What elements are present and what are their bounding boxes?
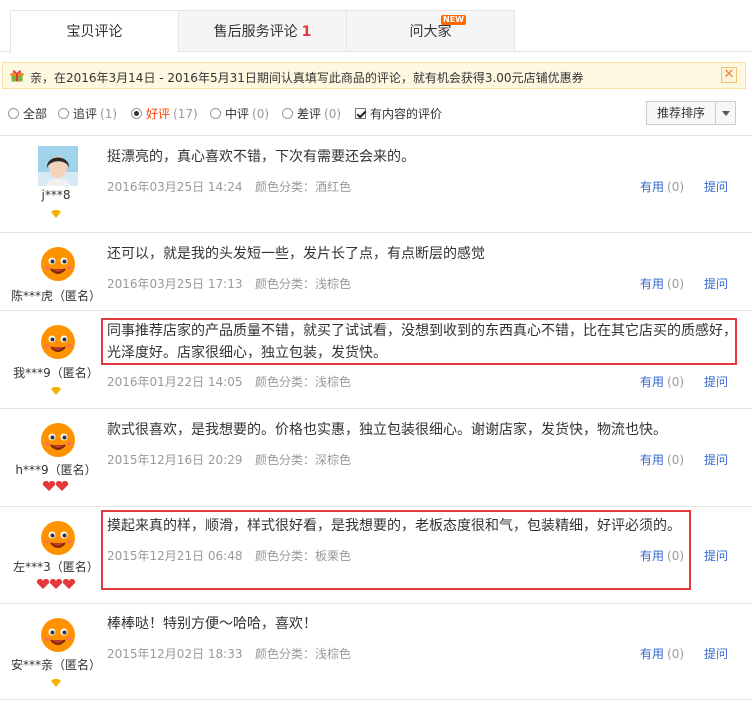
review-text: 还可以，就是我的头发短一些，发片长了点，有点断层的感觉 — [107, 246, 485, 262]
review-item: h***9（匿名） 款式很喜欢，是我想要的。价格也实惠，独立包装很细心。谢谢店家… — [0, 409, 752, 507]
username: 安***亲（匿名） — [10, 658, 101, 672]
checkbox-checked-icon — [355, 108, 366, 119]
ask-link[interactable]: 提问 — [704, 275, 728, 292]
radio-selected-icon — [131, 108, 142, 119]
default-avatar-icon — [38, 419, 78, 459]
useful-link[interactable]: 有用 (0) — [640, 373, 684, 390]
sku-info: 颜色分类：深棕色 — [255, 453, 352, 467]
ask-link[interactable]: 提问 — [704, 645, 728, 662]
buyer-rank-diamond-icon — [0, 207, 112, 222]
radio-icon — [8, 108, 19, 119]
filter-negative[interactable]: 差评 (0) — [282, 105, 341, 122]
sku-info: 颜色分类：浅棕色 — [255, 375, 352, 389]
filter-has-content[interactable]: 有内容的评价 — [355, 105, 442, 122]
default-avatar-icon — [38, 243, 78, 283]
useful-link[interactable]: 有用 (0) — [640, 451, 684, 468]
review-date: 2016年03月25日 17:13 — [107, 277, 243, 291]
sort-label: 推荐排序 — [657, 106, 706, 120]
radio-icon — [282, 108, 293, 119]
review-tabs: 宝贝评论 售后服务评论 1 问大家 NEW — [0, 0, 752, 53]
tab-ask-everyone[interactable]: 问大家 NEW — [346, 10, 515, 52]
review-filters: 全部 追评 (1) 好评 (17) 中评 (0) 差评 (0) 有内容的评价 — [0, 98, 752, 128]
tab-count-badge: 1 — [301, 24, 312, 40]
ask-link[interactable]: 提问 — [704, 451, 728, 468]
chevron-down-icon — [722, 111, 730, 116]
tab-after-sales-reviews[interactable]: 售后服务评论 1 — [178, 10, 347, 52]
avatar — [38, 146, 78, 186]
review-item: 安***亲（匿名） 棒棒哒！特别方便～哈哈，喜欢！ 2015年12月02日 18… — [0, 604, 752, 700]
gift-icon — [10, 70, 24, 82]
useful-link[interactable]: 有用 (0) — [640, 275, 684, 292]
review-date: 2016年03月25日 14:24 — [107, 180, 243, 194]
radio-icon — [210, 108, 221, 119]
coupon-banner-text: 亲，在2016年3月14日 - 2016年5月31日期间认真填写此商品的评论，就… — [30, 71, 584, 85]
filter-positive[interactable]: 好评 (17) — [131, 105, 198, 122]
username: j***8 — [41, 188, 71, 202]
buyer-rank-diamond-icon — [0, 676, 112, 691]
username: h***9（匿名） — [15, 463, 97, 477]
sku-info: 颜色分类：酒红色 — [255, 180, 352, 194]
useful-link[interactable]: 有用 (0) — [640, 645, 684, 662]
review-text: 挺漂亮的，真心喜欢不错，下次有需要还会来的。 — [107, 149, 415, 165]
highlight-box — [101, 318, 737, 365]
radio-icon — [58, 108, 69, 119]
tab-label: 售后服务评论 — [213, 24, 298, 40]
tab-label: 问大家 — [409, 24, 452, 40]
tab-label: 宝贝评论 — [66, 24, 123, 40]
default-avatar-icon — [38, 614, 78, 654]
buyer-rank-heart-icon — [0, 578, 112, 593]
new-badge-icon: NEW — [441, 15, 466, 25]
review-text: 款式很喜欢，是我想要的。价格也实惠，独立包装很细心。谢谢店家，发货快，物流也快。 — [107, 422, 667, 438]
filter-neutral[interactable]: 中评 (0) — [210, 105, 269, 122]
username: 我***9（匿名） — [13, 366, 99, 380]
buyer-rank-heart-icon — [0, 480, 112, 495]
ask-link[interactable]: 提问 — [704, 547, 728, 564]
review-date: 2015年12月16日 20:29 — [107, 453, 243, 467]
buyer-rank-diamond-icon — [0, 384, 112, 399]
sort-dropdown[interactable]: 推荐排序 — [646, 101, 736, 125]
default-avatar-icon — [38, 517, 78, 557]
review-item: 陈***虎（匿名） 还可以，就是我的头发短一些，发片长了点，有点断层的感觉 20… — [0, 233, 752, 311]
review-text: 棒棒哒！特别方便～哈哈，喜欢！ — [107, 616, 317, 632]
username: 陈***虎（匿名） — [10, 289, 101, 303]
sku-info: 颜色分类：浅棕色 — [255, 277, 352, 291]
username: 左***3（匿名） — [13, 560, 99, 574]
sku-info: 颜色分类：浅棕色 — [255, 647, 352, 661]
default-avatar-icon — [38, 321, 78, 361]
ask-link[interactable]: 提问 — [704, 178, 728, 195]
review-date: 2016年01月22日 14:05 — [107, 375, 243, 389]
ask-link[interactable]: 提问 — [704, 373, 728, 390]
review-date: 2015年12月02日 18:33 — [107, 647, 243, 661]
sort-divider — [715, 102, 716, 124]
highlight-box — [101, 510, 691, 590]
close-icon[interactable]: ✕ — [721, 67, 737, 83]
coupon-banner: 亲，在2016年3月14日 - 2016年5月31日期间认真填写此商品的评论，就… — [2, 62, 746, 89]
filter-follow-up[interactable]: 追评 (1) — [58, 105, 117, 122]
tab-item-reviews[interactable]: 宝贝评论 — [10, 10, 179, 53]
useful-link[interactable]: 有用 (0) — [640, 178, 684, 195]
review-item: j***8 挺漂亮的，真心喜欢不错，下次有需要还会来的。 2016年03月25日… — [0, 136, 752, 233]
filter-all[interactable]: 全部 — [8, 105, 47, 122]
